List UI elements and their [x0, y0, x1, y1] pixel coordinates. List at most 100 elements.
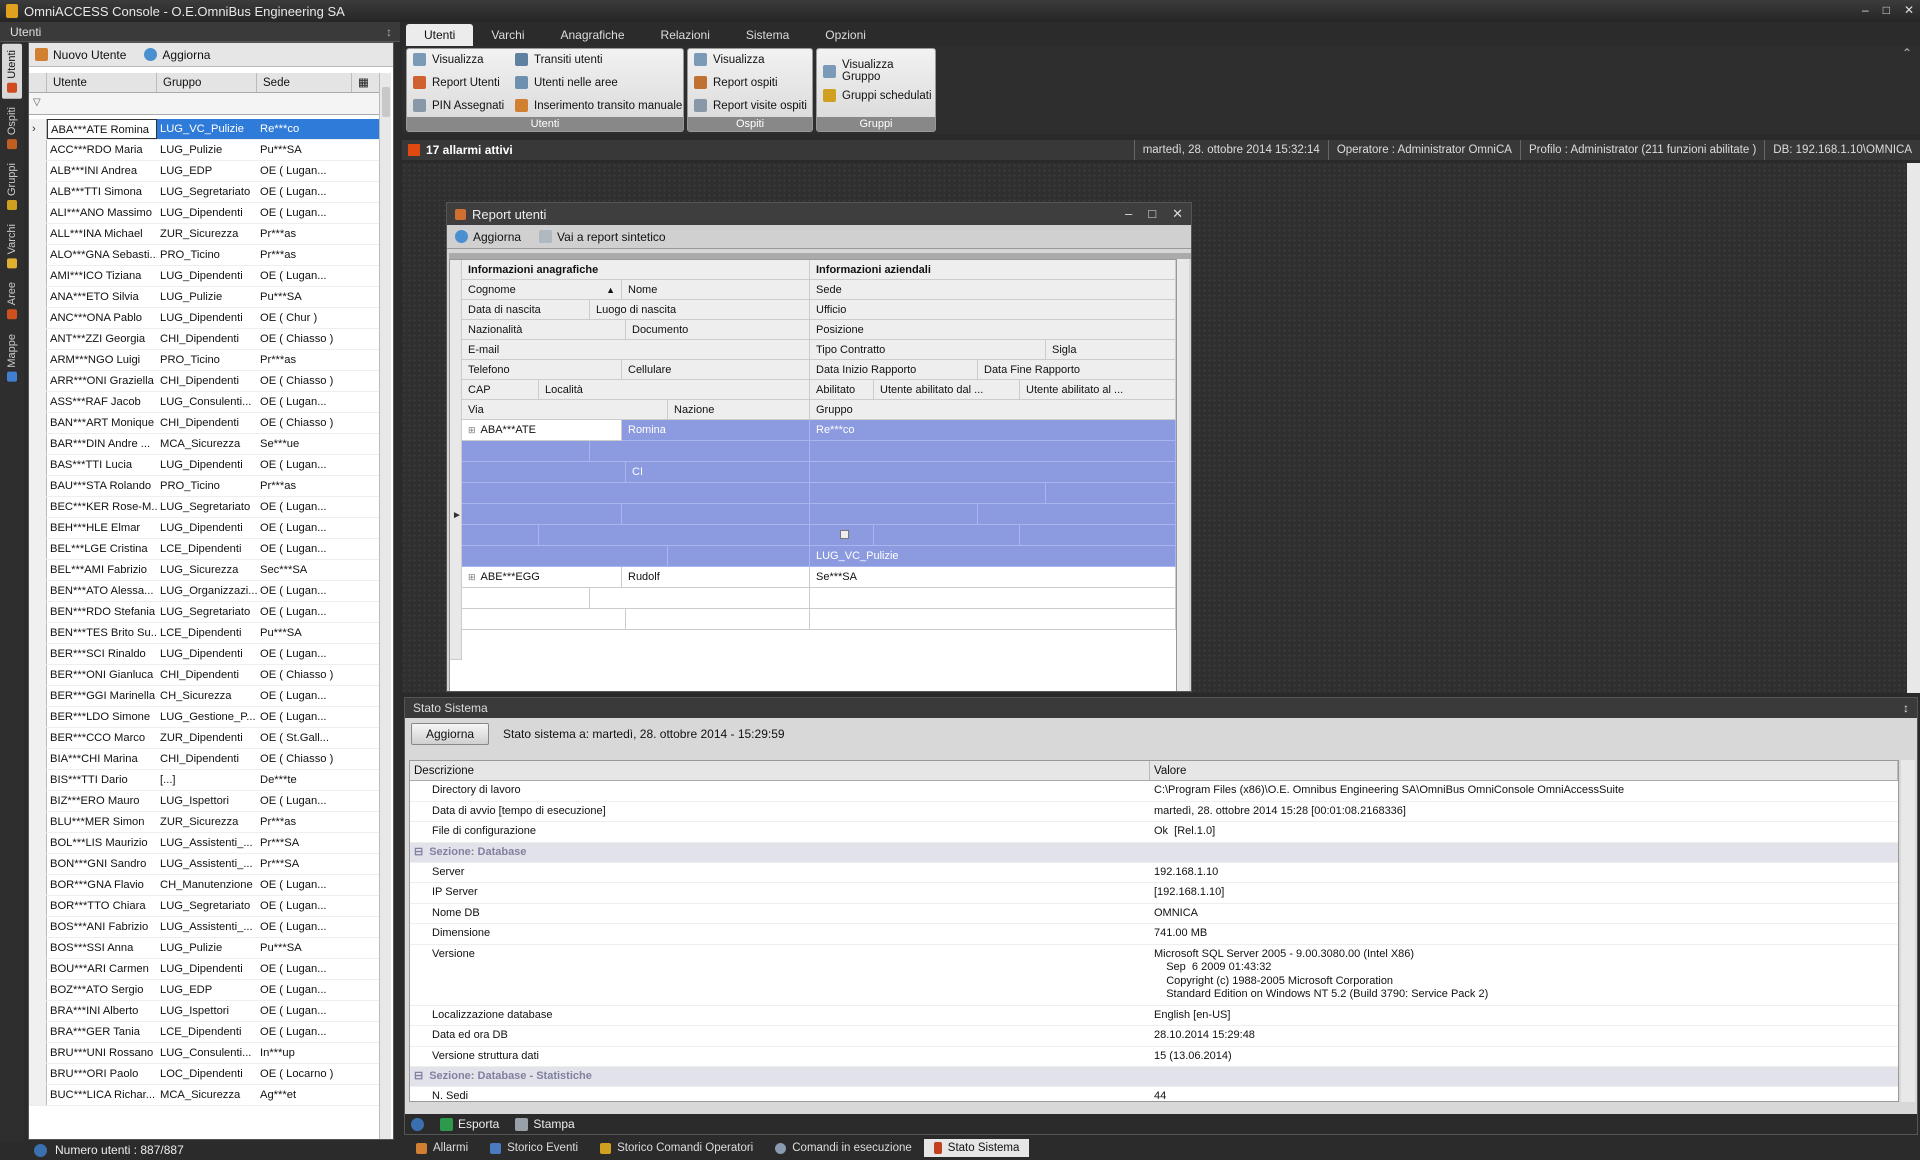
collapse-icon[interactable]: ⊟: [414, 846, 423, 858]
column-header-data-inizio[interactable]: Data Inizio Rapporto: [810, 360, 978, 380]
table-row[interactable]: BAS***TTI Lucia LUG_Dipendenti OE ( Lugan.…: [29, 455, 379, 476]
transiti-utenti-button[interactable]: Transiti utenti: [515, 53, 603, 66]
tab-sistema[interactable]: Sistema: [728, 24, 807, 46]
table-row[interactable]: BAR***DIN Andre ... MCA_Sicurezza Se***ue: [29, 434, 379, 455]
table-row[interactable]: BRU***ORI Paolo LOC_Dipendenti OE ( Locarn…: [29, 1064, 379, 1085]
record-ufficio[interactable]: [810, 441, 1176, 462]
column-header-luogo-nascita[interactable]: Luogo di nascita: [590, 300, 810, 320]
record-abilitato-dal[interactable]: [874, 525, 1020, 546]
record-localita[interactable]: [539, 525, 810, 546]
column-header-documento[interactable]: Documento: [626, 320, 810, 340]
table-row[interactable]: BON***GNI Sandro LUG_Assistenti_... Pr***S…: [29, 854, 379, 875]
tab-stato-sistema[interactable]: Stato Sistema: [923, 1139, 1030, 1157]
table-row[interactable]: ALO***GNA Sebasti... PRO_Ticino Pr***as: [29, 245, 379, 266]
column-header-abilitato-dal[interactable]: Utente abilitato dal ...: [874, 380, 1020, 400]
record-data-inizio[interactable]: [810, 504, 978, 525]
table-row[interactable]: BIS***TTI Dario [...] De***te: [29, 770, 379, 791]
column-header-via[interactable]: Via: [462, 400, 668, 420]
table-row[interactable]: BOL***LIS Maurizio LUG_Assistenti_... Pr**…: [29, 833, 379, 854]
record-luogo-nascita[interactable]: [590, 441, 810, 462]
table-row[interactable]: ALL***INA Michael ZUR_Sicurezza Pr***as: [29, 224, 379, 245]
column-header-abilitato[interactable]: Abilitato: [810, 380, 874, 400]
minimize-icon[interactable]: –: [1862, 3, 1869, 17]
minimize-icon[interactable]: –: [1125, 206, 1132, 222]
property-row[interactable]: Dimensione 741.00 MB: [410, 924, 1898, 945]
scrollbar-thumb[interactable]: [382, 87, 390, 117]
report-ospiti-button[interactable]: Report ospiti: [694, 76, 778, 89]
record-data-nascita[interactable]: [462, 441, 590, 462]
column-header-sede[interactable]: Sede: [257, 73, 352, 92]
export-button[interactable]: Esporta: [440, 1117, 499, 1131]
table-row[interactable]: BRA***INI Alberto LUG_Ispettori OE ( Lugan…: [29, 1001, 379, 1022]
table-row[interactable]: BOR***TTO Chiara LUG_Segretariato OE ( Lug…: [29, 896, 379, 917]
table-row[interactable]: BEC***KER Rose-M... LUG_Segretariato OE ( …: [29, 497, 379, 518]
column-header-gruppo[interactable]: Gruppo: [810, 400, 1176, 420]
table-row[interactable]: BEN***TES Brito Su... LCE_Dipendenti Pu***…: [29, 623, 379, 644]
table-row[interactable]: › ABA***ATE Romina LUG_VC_Pulizie Re***co: [29, 119, 379, 140]
vtab-aree[interactable]: Aree: [2, 276, 22, 325]
record-nazionalita[interactable]: CI: [626, 462, 810, 483]
column-header-valore[interactable]: Valore: [1150, 761, 1898, 780]
column-header-data-nascita[interactable]: Data di nascita: [462, 300, 590, 320]
column-header-cap[interactable]: CAP: [462, 380, 539, 400]
table-row[interactable]: BOU***ARI Carmen LUG_Dipendenti OE ( Lugan…: [29, 959, 379, 980]
column-header-ufficio[interactable]: Ufficio: [810, 300, 1176, 320]
table-row[interactable]: BUC***LICA Richar... MCA_Sicurezza Ag***et: [29, 1085, 379, 1106]
table-row[interactable]: BIA***CHI Marina CHI_Dipendenti OE ( Chias…: [29, 749, 379, 770]
table-row[interactable]: BIZ***ERO Mauro LUG_Ispettori OE ( Lugan..…: [29, 791, 379, 812]
collapse-icon[interactable]: ⊟: [414, 1070, 423, 1082]
column-header-data-fine[interactable]: Data Fine Rapporto: [978, 360, 1176, 380]
refresh-button[interactable]: Aggiorna: [144, 48, 210, 62]
table-row[interactable]: BOS***SSI Anna LUG_Pulizie Pu***SA: [29, 938, 379, 959]
column-header-nome[interactable]: Nome: [622, 280, 810, 300]
record-data-fine[interactable]: [978, 504, 1176, 525]
column-header-gruppo[interactable]: Gruppo: [157, 73, 257, 92]
record-cognome[interactable]: ⊞ ABA***ATE: [462, 420, 622, 441]
vtab-varchi[interactable]: Varchi: [2, 218, 22, 274]
column-header-telefono[interactable]: Telefono: [462, 360, 622, 380]
record-cap[interactable]: [462, 525, 539, 546]
visualizza-ospiti-button[interactable]: Visualizza: [694, 53, 765, 66]
tab-varchi[interactable]: Varchi: [473, 24, 542, 46]
table-row[interactable]: BER***SCI Rinaldo LUG_Dipendenti OE ( Luga…: [29, 644, 379, 665]
visualizza-utenti-button[interactable]: Visualizza: [413, 53, 484, 66]
property-row[interactable]: Server 192.168.1.10: [410, 863, 1898, 883]
column-header-posizione[interactable]: Posizione: [810, 320, 1176, 340]
property-row[interactable]: Localizzazione database English [en-US]: [410, 1006, 1898, 1026]
vtab-ospiti[interactable]: Ospiti: [2, 101, 22, 155]
property-row[interactable]: Data di avvio [tempo di esecuzione] marte…: [410, 802, 1898, 822]
table-row[interactable]: BLU***MER Simon ZUR_Sicurezza Pr***as: [29, 812, 379, 833]
report-visite-button[interactable]: Report visite ospiti: [694, 99, 807, 112]
table-row[interactable]: BRA***GER Tania LCE_Dipendenti OE ( Lugan.…: [29, 1022, 379, 1043]
pin-icon[interactable]: ↕: [386, 22, 392, 42]
vtab-mappe[interactable]: Mappe: [2, 328, 22, 388]
record-posizione[interactable]: [810, 462, 1176, 483]
table-row[interactable]: ANT***ZZI Georgia CHI_Dipendenti OE ( Chia…: [29, 329, 379, 350]
tab-allarmi[interactable]: Allarmi: [406, 1139, 478, 1157]
close-icon[interactable]: ✕: [1172, 206, 1183, 222]
gruppi-schedulati-button[interactable]: Gruppi schedulati: [823, 89, 932, 102]
system-refresh-button[interactable]: Aggiorna: [411, 723, 490, 745]
report-utenti-button[interactable]: Report Utenti: [413, 76, 500, 89]
expand-icon[interactable]: ⊞: [468, 572, 476, 582]
column-header-nazionalita[interactable]: Nazionalità: [462, 320, 626, 340]
record-sigla[interactable]: [1046, 483, 1176, 504]
column-header-sede[interactable]: Sede: [810, 280, 1176, 300]
filter-row[interactable]: ▽: [29, 93, 379, 115]
table-row[interactable]: BER***CCO Marco ZUR_Dipendenti OE ( St.Gal…: [29, 728, 379, 749]
record-empty-cell[interactable]: [590, 588, 810, 609]
property-row[interactable]: N. Sedi 44: [410, 1087, 1898, 1101]
column-chooser-icon[interactable]: ▦: [352, 73, 379, 92]
table-row[interactable]: ALI***ANO Massimo LUG_Dipendenti OE ( Luga…: [29, 203, 379, 224]
record-telefono[interactable]: [462, 504, 622, 525]
table-row[interactable]: AMI***ICO Tiziana LUG_Dipendenti OE ( Luga…: [29, 266, 379, 287]
column-header-cellulare[interactable]: Cellulare: [622, 360, 810, 380]
utenti-nelle-aree-button[interactable]: Utenti nelle aree: [515, 76, 618, 89]
record-abilitato[interactable]: [810, 525, 874, 546]
record-nome[interactable]: Romina: [622, 420, 810, 441]
table-row[interactable]: ARR***ONI Graziella CHI_Dipendenti OE ( Ch…: [29, 371, 379, 392]
summary-report-button[interactable]: Vai a report sintetico: [539, 230, 666, 244]
record-nazione[interactable]: [668, 546, 810, 567]
record-cognome[interactable]: ⊞ ABE***EGG: [462, 567, 622, 588]
table-row[interactable]: ANA***ETO Silvia LUG_Pulizie Pu***SA: [29, 287, 379, 308]
